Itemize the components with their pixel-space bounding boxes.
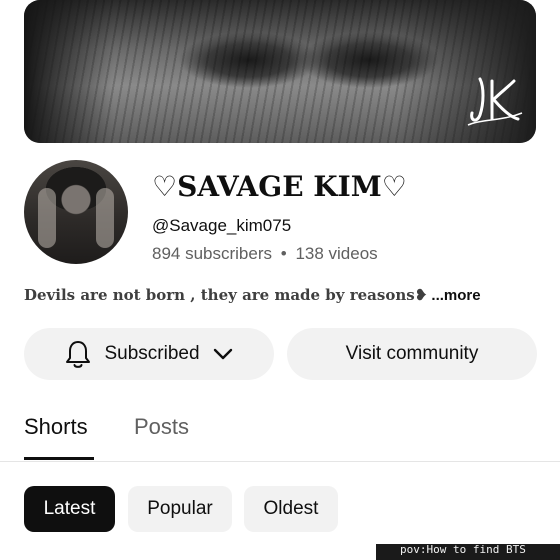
short-thumbnail[interactable]: pov:How to find BTS [376, 544, 560, 560]
avatar-figure-arm-right [96, 188, 114, 248]
selected-tab-indicator [24, 457, 94, 460]
filter-oldest[interactable]: Oldest [244, 486, 338, 532]
channel-stats: 894 subscribers • 138 videos [152, 244, 378, 264]
bell-icon [66, 341, 91, 368]
stats-separator: • [280, 244, 287, 263]
more-link[interactable]: ...more [427, 287, 480, 304]
banner-logo [467, 77, 523, 126]
channel-banner [24, 0, 536, 143]
subscribed-button[interactable]: Subscribed [24, 328, 274, 380]
subscribed-label: Subscribed [104, 343, 200, 364]
channel-name: ♡SAVAGE KIM♡ [152, 170, 407, 203]
channel-handle: @Savage_kim075 [152, 216, 292, 235]
short-caption: pov:How to find BTS [400, 544, 526, 556]
description-text: Devils are not born , they are made by r… [24, 286, 428, 304]
banner-shade-left [24, 0, 114, 143]
avatar-figure-arm-left [38, 188, 56, 248]
channel-description[interactable]: Devils are not born , they are made by r… [24, 286, 481, 304]
channel-avatar[interactable] [24, 160, 128, 264]
subscriber-count: 894 subscribers [152, 244, 273, 263]
tab-posts[interactable]: Posts [134, 414, 189, 440]
tabs-divider [0, 461, 560, 462]
chevron-down-icon [213, 348, 232, 360]
tab-shorts[interactable]: Shorts [24, 414, 88, 440]
visit-community-button[interactable]: Visit community [287, 328, 537, 380]
filter-latest[interactable]: Latest [24, 486, 115, 532]
visit-community-label: Visit community [345, 343, 479, 364]
video-count: 138 videos [295, 244, 378, 263]
filter-popular[interactable]: Popular [128, 486, 232, 532]
